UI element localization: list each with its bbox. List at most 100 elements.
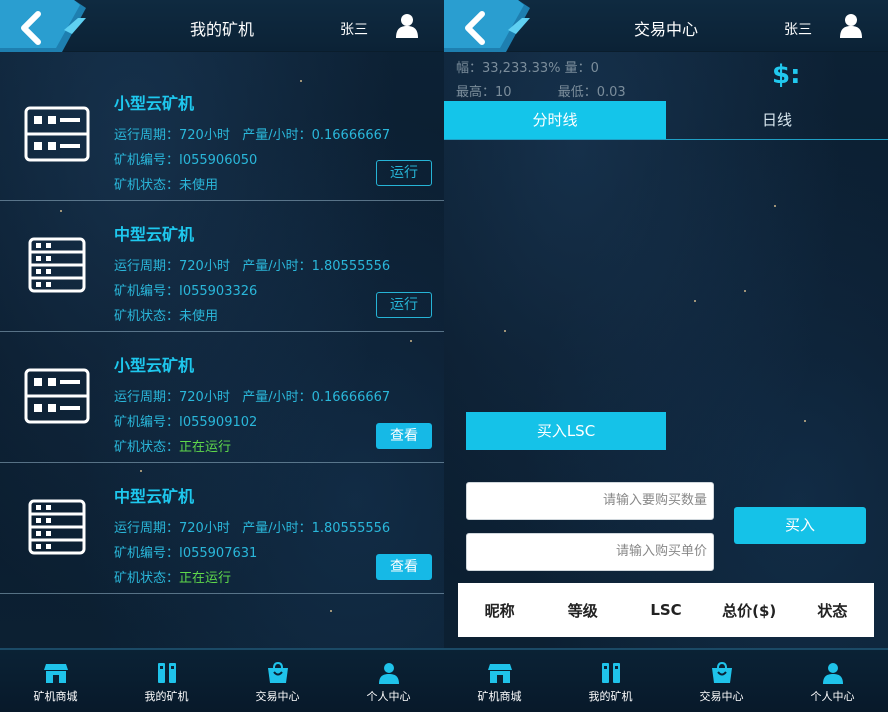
ticker-change: 幅：33,233.33% (456, 61, 561, 76)
user-avatar-icon[interactable] (840, 14, 862, 38)
chart-tabs: 分时线 日线 (444, 101, 888, 140)
user-name: 张三 (784, 22, 812, 38)
machine-id: I055909102 (179, 415, 258, 430)
server-icon (24, 368, 90, 424)
view-button[interactable]: 查看 (376, 423, 432, 449)
machine-info-line: 运行周期：720小时 产量/小时：0.16666667 (114, 124, 390, 143)
nav-label: 矿机商城 (477, 690, 522, 703)
machine-name: 小型云矿机 (114, 356, 195, 375)
machine-id: I055907631 (179, 546, 258, 561)
machine-id-line: 矿机编号：I055909102 (114, 411, 257, 430)
nav-label: 矿机商城 (33, 690, 78, 703)
machine-output: 产量/小时：0.16666667 (242, 390, 391, 405)
machine-card: 小型云矿机 运行周期：720小时 产量/小时：0.16666667 矿机编号：I… (0, 70, 444, 201)
ticker-low: 最低：0.03 (557, 85, 626, 100)
quantity-input[interactable]: 请输入要购买数量 (466, 482, 714, 520)
machine-card: 小型云矿机 运行周期：720小时 产量/小时：0.16666667 矿机编号：I… (0, 332, 444, 463)
star (744, 290, 746, 292)
star (774, 205, 776, 207)
bottom-nav: 矿机商城 我的矿机 交易中心 个人中心 (0, 648, 444, 712)
machine-icon (601, 663, 620, 683)
nav-label: 我的矿机 (144, 690, 189, 703)
column-header-status: 状态 (817, 601, 848, 620)
buy-lsc-tab[interactable]: 买入LSC (466, 412, 666, 450)
machine-status-label: 矿机状态： (114, 309, 180, 324)
machine-status-label: 矿机状态： (114, 571, 180, 586)
machine-id: I055903326 (179, 284, 258, 299)
nav-item-shop[interactable]: 矿机商城 (0, 650, 111, 712)
server-rack-icon (28, 499, 86, 555)
machine-cycle: 运行周期：720小时 (114, 128, 230, 143)
machine-info-line: 运行周期：720小时 产量/小时：0.16666667 (114, 386, 390, 405)
machine-info-line: 运行周期：720小时 产量/小时：1.80555556 (114, 255, 390, 274)
my-machines-screen: 我的矿机 张三 小型云矿机 运行周期：720小时 产量/小时：0.1666666… (0, 0, 444, 712)
machine-card: 中型云矿机 运行周期：720小时 产量/小时：1.80555556 矿机编号：I… (0, 201, 444, 332)
shop-icon (43, 664, 68, 683)
run-button[interactable]: 运行 (376, 292, 432, 318)
machine-icon (157, 663, 176, 683)
nav-item-trading[interactable]: 交易中心 (222, 650, 333, 712)
star (694, 300, 696, 302)
machine-status: 未使用 (179, 178, 219, 193)
server-rack-icon (28, 237, 86, 293)
machine-status-line: 矿机状态：未使用 (114, 174, 218, 193)
machine-info-line: 运行周期：720小时 产量/小时：1.80555556 (114, 517, 390, 536)
user-icon (822, 663, 843, 684)
nav-item-profile[interactable]: 个人中心 (333, 650, 444, 712)
ticker-high-low: 最高：10 最低：0.03 (456, 81, 626, 100)
nav-item-trading[interactable]: 交易中心 (666, 650, 777, 712)
user-avatar-icon[interactable] (396, 14, 418, 38)
machine-status-line: 矿机状态：正在运行 (114, 436, 231, 455)
user-icon (378, 663, 399, 684)
machine-status-line: 矿机状态：正在运行 (114, 567, 231, 586)
nav-item-shop[interactable]: 矿机商城 (444, 650, 555, 712)
nav-item-profile[interactable]: 个人中心 (777, 650, 888, 712)
run-button[interactable]: 运行 (376, 160, 432, 186)
machine-id-line: 矿机编号：I055906050 (114, 149, 257, 168)
machine-cycle: 运行周期：720小时 (114, 259, 230, 274)
machine-output: 产量/小时：1.80555556 (242, 259, 391, 274)
nav-label: 交易中心 (255, 690, 300, 703)
nav-item-my-machines[interactable]: 我的矿机 (111, 650, 222, 712)
star (330, 610, 332, 612)
user-name: 张三 (340, 22, 368, 38)
shop-icon (487, 664, 512, 683)
machine-status-label: 矿机状态： (114, 178, 180, 193)
nav-item-my-machines[interactable]: 我的矿机 (555, 650, 666, 712)
nav-label: 交易中心 (699, 690, 744, 703)
tab-daily[interactable]: 日线 (666, 101, 888, 139)
ticker-volume: 量：0 (564, 61, 599, 76)
machine-output: 产量/小时：1.80555556 (242, 521, 391, 536)
star (804, 420, 806, 422)
trading-center-screen: 交易中心 张三 幅：33,233.33% 量：0 最高：10 最低：0.03 $… (444, 0, 888, 712)
column-header-level: 等级 (567, 601, 598, 620)
column-header-total: 总价($) (722, 601, 777, 620)
star (504, 330, 506, 332)
machine-name: 小型云矿机 (114, 94, 195, 113)
machine-status-line: 矿机状态：未使用 (114, 305, 218, 324)
machine-id-label: 矿机编号： (114, 284, 180, 299)
tab-intraday[interactable]: 分时线 (444, 101, 666, 139)
machine-card: 中型云矿机 运行周期：720小时 产量/小时：1.80555556 矿机编号：I… (0, 463, 444, 594)
machine-cycle: 运行周期：720小时 (114, 521, 230, 536)
machine-status: 正在运行 (179, 571, 232, 586)
machine-id-line: 矿机编号：I055903326 (114, 280, 257, 299)
machine-output: 产量/小时：0.16666667 (242, 128, 391, 143)
column-header-nickname: 昵称 (484, 601, 515, 620)
bag-icon (267, 662, 288, 683)
machine-id-label: 矿机编号： (114, 153, 180, 168)
buy-button[interactable]: 买入 (734, 507, 866, 544)
machine-cycle: 运行周期：720小时 (114, 390, 230, 405)
machine-id-label: 矿机编号： (114, 415, 180, 430)
machine-status-label: 矿机状态： (114, 440, 180, 455)
header: 交易中心 张三 (444, 0, 888, 52)
price-input[interactable]: 请输入购买单价 (466, 533, 714, 571)
header: 我的矿机 张三 (0, 0, 444, 52)
view-button[interactable]: 查看 (376, 554, 432, 580)
server-icon (24, 106, 90, 162)
nav-label: 个人中心 (810, 690, 855, 703)
machine-id-line: 矿机编号：I055907631 (114, 542, 257, 561)
nav-label: 个人中心 (366, 690, 411, 703)
machine-name: 中型云矿机 (114, 487, 195, 506)
machine-name: 中型云矿机 (114, 225, 195, 244)
